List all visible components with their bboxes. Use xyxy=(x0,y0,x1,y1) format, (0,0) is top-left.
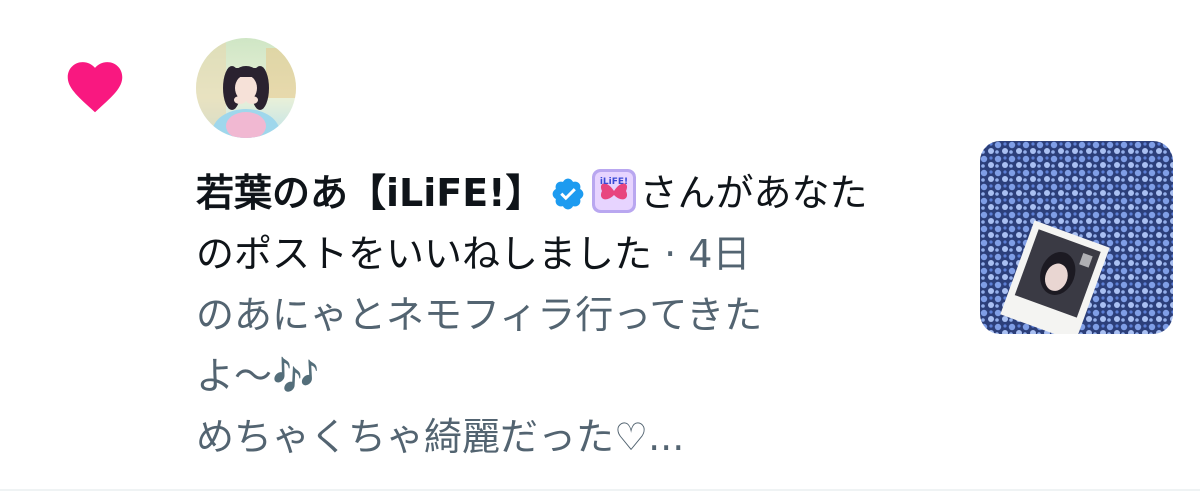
verified-badge-icon xyxy=(552,178,583,210)
action-text-part2: のポストをいいねしました xyxy=(196,232,653,276)
post-preview-line1: のあにゃとネモフィラ行ってきた xyxy=(196,293,763,337)
notification-text-line1: 若葉のあ【iLiFE!】 iLiFE! さんがあなた xyxy=(196,163,956,224)
affiliation-badge[interactable]: iLiFE! xyxy=(591,169,636,213)
affiliation-badge-label: iLiFE! xyxy=(599,177,627,187)
notification-body: 若葉のあ【iLiFE!】 iLiFE! さんがあなた のポストをいいねしました · … xyxy=(196,163,956,468)
notification-text-line2: のポストをいいねしました · 4日 xyxy=(196,224,956,285)
action-text-part1: さんがあなた xyxy=(639,171,868,215)
post-preview-line2: よ〜🎶 xyxy=(196,354,320,398)
post-preview[interactable]: のあにゃとネモフィラ行ってきた よ〜🎶 めちゃくちゃ綺麗だった♡... xyxy=(196,285,956,468)
liker-avatar[interactable] xyxy=(196,38,296,138)
separator-dot: · xyxy=(664,232,677,276)
post-media-thumbnail[interactable] xyxy=(980,141,1173,334)
liker-name[interactable]: 若葉のあ【iLiFE!】 xyxy=(196,171,544,215)
like-notification[interactable]: 若葉のあ【iLiFE!】 iLiFE! さんがあなた のポストをいいねしました · … xyxy=(0,0,1200,491)
post-preview-line3: めちゃくちゃ綺麗だった♡... xyxy=(196,415,685,459)
heart-icon xyxy=(67,62,123,113)
timestamp[interactable]: 4日 xyxy=(688,232,750,276)
